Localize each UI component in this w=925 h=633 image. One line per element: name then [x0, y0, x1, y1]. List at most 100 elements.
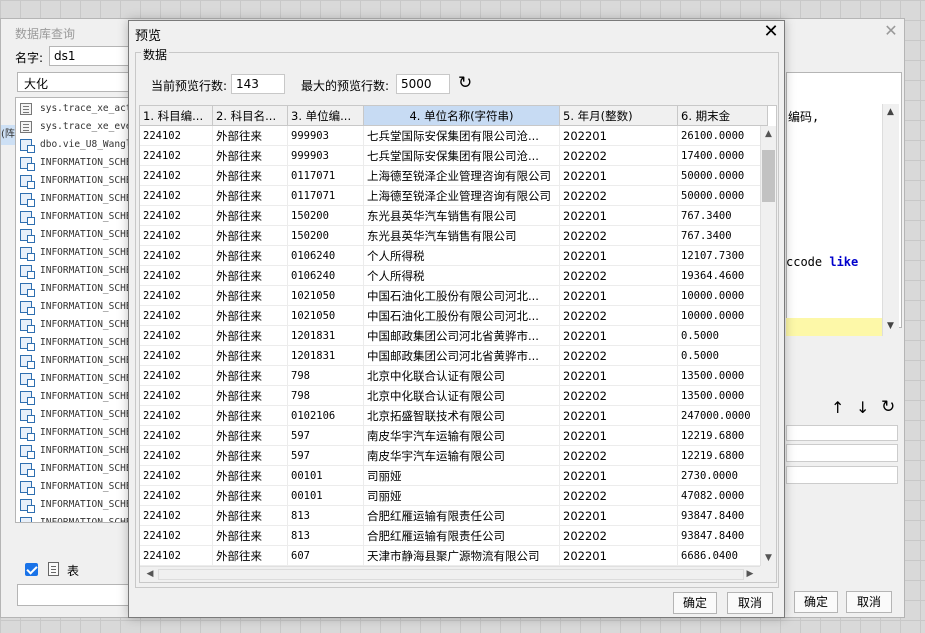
- table-list-item[interactable]: INFORMATION_SCHE: [16, 334, 134, 352]
- sql-scroll-up-icon[interactable]: ▲: [882, 104, 899, 120]
- table-row[interactable]: 224102 外部往来 597 南皮华宇汽车运输有限公司 202202 12219.680…: [140, 446, 776, 466]
- table-list-item-label: INFORMATION_SCHE: [40, 175, 132, 186]
- table-row[interactable]: 224102 外部往来 0117071 上海德至锐泽企业管理咨询有限公司 202201 5…: [140, 166, 776, 186]
- table-list-item[interactable]: dbo.vie_U8_Wangl: [16, 136, 134, 154]
- table-cell: 224102: [140, 126, 213, 146]
- table-list-item-label: INFORMATION_SCHE: [40, 481, 132, 492]
- table-list-item[interactable]: INFORMATION_SCHE: [16, 424, 134, 442]
- table-checkbox[interactable]: [25, 563, 38, 576]
- table-cell: 北京中化联合认证有限公司: [364, 386, 560, 406]
- table-list-item[interactable]: sys.trace_xe_acti: [16, 100, 134, 118]
- table-list-item[interactable]: INFORMATION_SCHE: [16, 190, 134, 208]
- table-cell: 150200: [288, 226, 364, 246]
- table-row[interactable]: 224102 外部往来 798 北京中化联合认证有限公司 202202 13500.000…: [140, 386, 776, 406]
- table-row[interactable]: 224102 外部往来 1021050 中国石油化工股份有限公司河北... 202202…: [140, 306, 776, 326]
- table-cell: 224102: [140, 326, 213, 346]
- table-cell: 767.3400: [678, 226, 768, 246]
- table-row[interactable]: 224102 外部往来 0117071 上海德至锐泽企业管理咨询有限公司 202202 5…: [140, 186, 776, 206]
- refresh-icon[interactable]: ↻: [881, 397, 895, 417]
- table-list-item[interactable]: INFORMATION_SCHE: [16, 154, 134, 172]
- table-cell: 外部往来: [213, 126, 288, 146]
- table-row[interactable]: 224102 外部往来 798 北京中化联合认证有限公司 202201 13500.000…: [140, 366, 776, 386]
- bottom-input[interactable]: [17, 584, 137, 606]
- table-row[interactable]: 224102 外部往来 00101 司丽娅 202202 47082.0000: [140, 486, 776, 506]
- table-list-item[interactable]: INFORMATION_SCHE: [16, 298, 134, 316]
- grid-scroll-left-icon[interactable]: ◀: [142, 566, 158, 582]
- table-row[interactable]: 224102 外部往来 813 合肥红雁运输有限责任公司 202201 93847.840…: [140, 506, 776, 526]
- table-cell: 10000.0000: [678, 286, 768, 306]
- table-list-item[interactable]: INFORMATION_SCHE: [16, 226, 134, 244]
- preview-cancel-button[interactable]: 取消: [727, 592, 773, 614]
- table-list-item[interactable]: INFORMATION_SCHE: [16, 352, 134, 370]
- max-rows-input[interactable]: 5000: [396, 74, 450, 94]
- current-rows-field[interactable]: 143: [231, 74, 285, 94]
- table-row[interactable]: 224102 外部往来 150200 东光县英华汽车销售有限公司 202201 767.3…: [140, 206, 776, 226]
- table-list-item[interactable]: sys.trace_xe_even: [16, 118, 134, 136]
- table-row[interactable]: 224102 外部往来 597 南皮华宇汽车运输有限公司 202201 12219.680…: [140, 426, 776, 446]
- preview-ok-button[interactable]: 确定: [673, 592, 717, 614]
- table-cell: 外部往来: [213, 286, 288, 306]
- table-row[interactable]: 224102 外部往来 0106240 个人所得税 202202 19364.4600: [140, 266, 776, 286]
- table-list-item[interactable]: INFORMATION_SCHE: [16, 172, 134, 190]
- sql-scroll-down-icon[interactable]: ▼: [882, 318, 899, 334]
- grid-scroll-down-icon[interactable]: ▼: [760, 550, 776, 566]
- table-cell: 0.5000: [678, 346, 768, 366]
- table-row[interactable]: 224102 外部往来 999903 七兵堂国际安保集团有限公司沧... 202201 2…: [140, 126, 776, 146]
- grid-scroll-thumb[interactable]: [762, 150, 775, 202]
- table-list-item[interactable]: INFORMATION_SCHE: [16, 496, 134, 514]
- table-cell: 上海德至锐泽企业管理咨询有限公司: [364, 186, 560, 206]
- column-header[interactable]: 1. 科目编...: [140, 106, 213, 126]
- size-select[interactable]: 大化: [17, 72, 133, 92]
- table-list-item[interactable]: INFORMATION_SCHE: [16, 478, 134, 496]
- table-list-item[interactable]: INFORMATION_SCHE: [16, 208, 134, 226]
- parameter-field[interactable]: [786, 444, 898, 462]
- table-cell: 224102: [140, 446, 213, 466]
- view-icon: [20, 211, 35, 225]
- grid-scroll-right-icon[interactable]: ▶: [742, 566, 758, 582]
- table-list-item[interactable]: INFORMATION_SCHE: [16, 262, 134, 280]
- table-cell: 224102: [140, 286, 213, 306]
- table-list-item[interactable]: INFORMATION_SCHE: [16, 442, 134, 460]
- table-row[interactable]: 224102 外部往来 0102106 北京拓盛智联技术有限公司 202201 24700…: [140, 406, 776, 426]
- move-down-icon[interactable]: ↓: [856, 398, 869, 417]
- grid-hscroll-thumb[interactable]: [158, 569, 744, 580]
- left-edge-tab[interactable]: (阵: [1, 125, 15, 145]
- sql-editor-scrollbar[interactable]: [882, 104, 899, 336]
- view-icon: [20, 463, 35, 477]
- table-row[interactable]: 224102 外部往来 150200 东光县英华汽车销售有限公司 202202 767.3…: [140, 226, 776, 246]
- table-list-item[interactable]: INFORMATION_SCHE: [16, 514, 134, 522]
- table-row[interactable]: 224102 外部往来 1021050 中国石油化工股份有限公司河北... 202201…: [140, 286, 776, 306]
- column-header[interactable]: 2. 科目名...: [213, 106, 288, 126]
- database-query-cancel-button[interactable]: 取消: [846, 591, 892, 613]
- table-row[interactable]: 224102 外部往来 607 天津市静海县聚广源物流有限公司 202201 6686.0…: [140, 546, 776, 566]
- table-list-item[interactable]: INFORMATION_SCHE: [16, 316, 134, 334]
- table-list-item[interactable]: INFORMATION_SCHE: [16, 280, 134, 298]
- database-query-ok-button[interactable]: 确定: [794, 591, 838, 613]
- table-row[interactable]: 224102 外部往来 813 合肥红雁运输有限责任公司 202202 93847.840…: [140, 526, 776, 546]
- table-row[interactable]: 224102 外部往来 1201831 中国邮政集团公司河北省黄骅市... 202201…: [140, 326, 776, 346]
- table-row[interactable]: 224102 外部往来 0106240 个人所得税 202201 12107.7300: [140, 246, 776, 266]
- table-row[interactable]: 224102 外部往来 00101 司丽娅 202201 2730.0000: [140, 466, 776, 486]
- table-list-item[interactable]: INFORMATION_SCHE: [16, 460, 134, 478]
- name-input[interactable]: ds1: [49, 46, 133, 66]
- parameter-field[interactable]: [786, 425, 898, 441]
- move-up-icon[interactable]: ↑: [831, 398, 844, 417]
- table-list-item[interactable]: INFORMATION_SCHE: [16, 388, 134, 406]
- preview-close-icon[interactable]: ✕: [761, 21, 781, 42]
- column-header[interactable]: 3. 单位编...: [288, 106, 364, 126]
- table-row[interactable]: 224102 外部往来 999903 七兵堂国际安保集团有限公司沧... 202202 1…: [140, 146, 776, 166]
- table-row[interactable]: 224102 外部往来 1201831 中国邮政集团公司河北省黄骅市... 202202…: [140, 346, 776, 366]
- parameter-field[interactable]: [786, 466, 898, 484]
- table-list-item[interactable]: INFORMATION_SCHE: [16, 244, 134, 262]
- table-list-item[interactable]: INFORMATION_SCHE: [16, 370, 134, 388]
- table-cell: 12107.7300: [678, 246, 768, 266]
- view-icon: [20, 499, 35, 513]
- column-header[interactable]: 6. 期末金: [678, 106, 768, 126]
- preview-refresh-icon[interactable]: ↻: [458, 73, 472, 93]
- column-header[interactable]: 5. 年月(整数): [560, 106, 678, 126]
- database-query-close-icon[interactable]: ✕: [881, 21, 901, 40]
- table-cell: 247000.0000: [678, 406, 768, 426]
- table-list-item[interactable]: INFORMATION_SCHE: [16, 406, 134, 424]
- grid-scroll-up-icon[interactable]: ▲: [760, 126, 776, 142]
- column-header[interactable]: 4. 单位名称(字符串): [364, 106, 560, 126]
